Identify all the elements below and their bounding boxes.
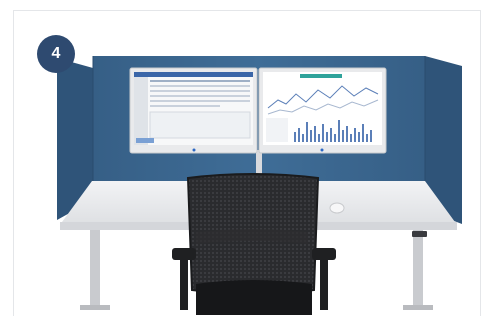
monitor-left — [129, 67, 258, 154]
computer-mouse — [329, 202, 345, 214]
desk-leg-left — [90, 230, 100, 310]
image-frame: 4 — [0, 0, 488, 316]
desk-leg-right — [413, 230, 423, 310]
height-control — [412, 231, 427, 237]
power-led — [192, 148, 196, 152]
power-led — [320, 148, 324, 152]
monitor-right — [258, 67, 387, 154]
chair-seat — [196, 280, 312, 315]
step-badge: 4 — [37, 35, 75, 73]
office-chair — [172, 173, 336, 315]
